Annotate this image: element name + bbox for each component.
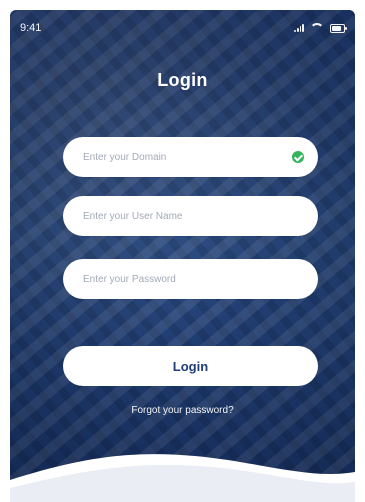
domain-field[interactable] (63, 137, 318, 177)
login-button[interactable]: Login (63, 346, 318, 386)
login-screen: 9:41 Login Login Forgot your password? (0, 0, 365, 502)
wifi-icon (310, 23, 324, 33)
forgot-password-link[interactable]: Forgot your password? (10, 405, 355, 416)
username-field[interactable] (63, 196, 318, 236)
battery-icon (330, 23, 347, 33)
signal-icon (294, 24, 304, 32)
check-circle-icon (292, 151, 304, 163)
password-field[interactable] (63, 259, 318, 299)
bottom-wave (10, 454, 355, 502)
status-icons (294, 23, 347, 33)
username-input[interactable] (81, 209, 304, 223)
password-input[interactable] (81, 272, 304, 286)
page-title: Login (157, 70, 208, 90)
domain-input[interactable] (81, 150, 292, 164)
status-bar: 9:41 (10, 10, 355, 46)
status-time: 9:41 (20, 22, 42, 34)
